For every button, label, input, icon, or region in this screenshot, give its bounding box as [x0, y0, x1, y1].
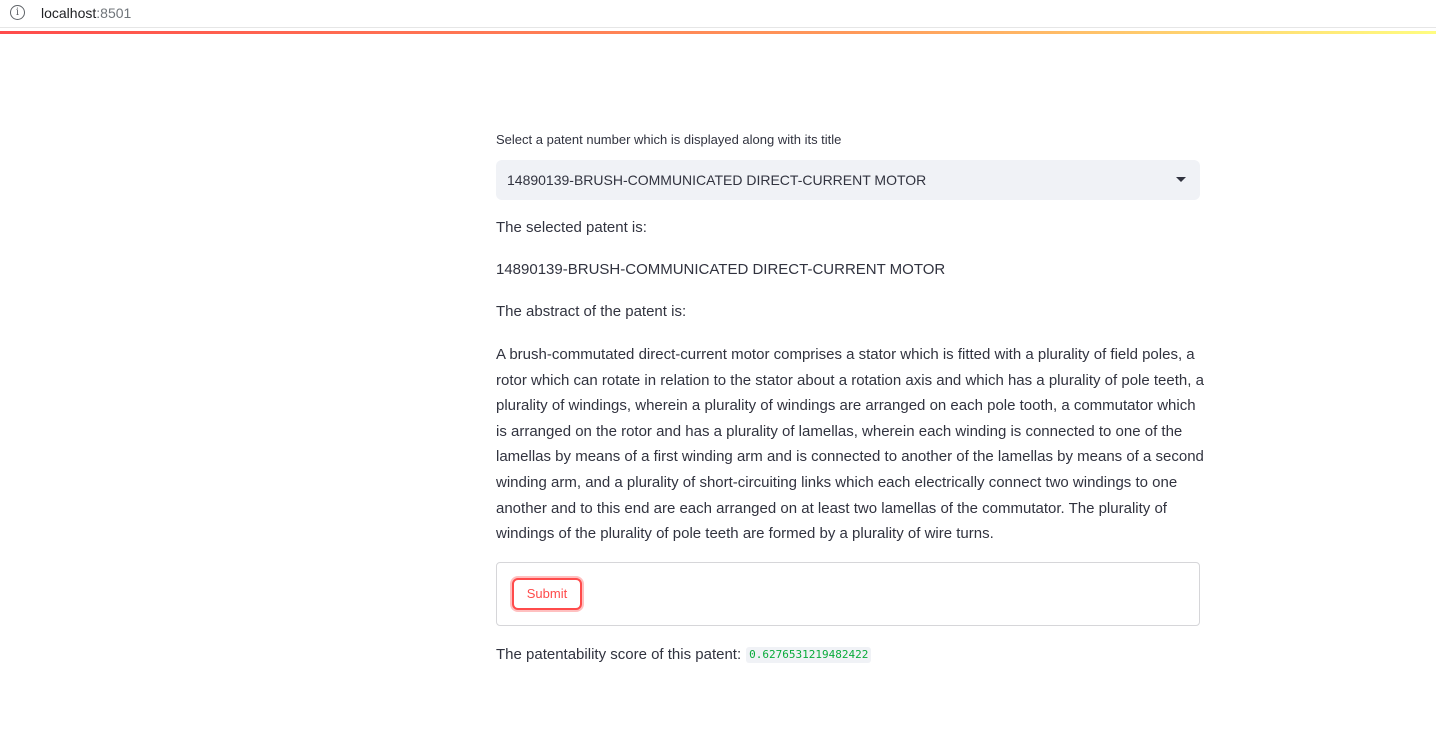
header-decoration-bar: [0, 31, 1436, 34]
score-value: 0.6276531219482422: [746, 647, 872, 663]
url-text[interactable]: localhost:8501: [41, 5, 131, 21]
patent-select-value: 14890139-BRUSH-COMMUNICATED DIRECT-CURRE…: [507, 172, 927, 188]
abstract-text: A brush-commutated direct-current motor …: [496, 346, 1204, 543]
url-host: localhost: [41, 5, 97, 21]
submit-button[interactable]: Submit: [512, 578, 582, 610]
browser-address-bar[interactable]: i localhost:8501: [0, 0, 1436, 28]
chevron-down-icon[interactable]: [1176, 177, 1186, 182]
score-line: The patentability score of this patent: 0…: [496, 646, 872, 664]
score-label: The patentability score of this patent:: [496, 646, 742, 663]
abstract-heading: The abstract of the patent is:: [496, 303, 687, 320]
selected-patent-value: 14890139-BRUSH-COMMUNICATED DIRECT-CURRE…: [496, 261, 946, 278]
patent-select[interactable]: 14890139-BRUSH-COMMUNICATED DIRECT-CURRE…: [496, 160, 1200, 200]
selected-patent-heading: The selected patent is:: [496, 219, 647, 236]
info-icon[interactable]: i: [10, 5, 25, 20]
submit-form: Submit: [496, 562, 1200, 626]
url-port: :8501: [96, 5, 132, 21]
patent-select-label: Select a patent number which is displaye…: [496, 132, 842, 147]
